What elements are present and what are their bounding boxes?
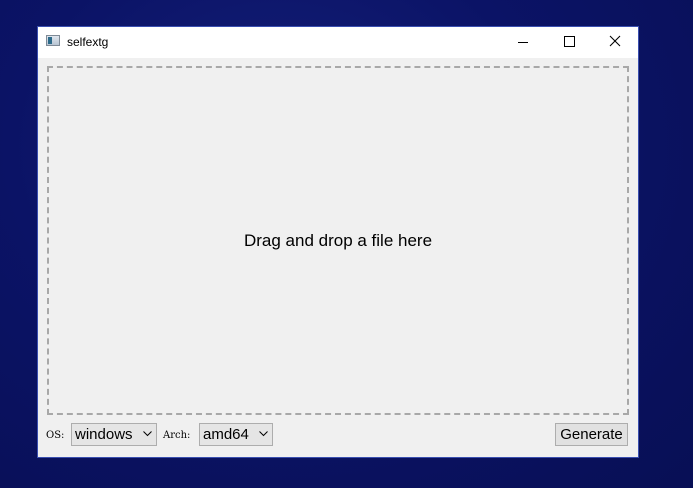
os-select-value: windows [75,426,133,443]
arch-select[interactable]: amd64 [199,423,273,446]
close-icon [609,35,621,47]
app-icon [46,35,60,46]
minimize-icon [518,42,528,43]
maximize-button[interactable] [546,27,592,58]
drop-zone-label: Drag and drop a file here [243,231,433,250]
app-window: selfextg Drag and drop a file here OS: w… [38,27,638,457]
chevron-down-icon [259,431,268,437]
minimize-button[interactable] [500,27,546,58]
maximize-icon [564,36,575,47]
os-select[interactable]: windows [71,423,157,446]
generate-button[interactable]: Generate [555,423,628,446]
chevron-down-icon [143,431,152,437]
close-button[interactable] [592,27,638,58]
os-label: OS: [46,430,65,441]
window-title: selfextg [67,35,109,49]
title-bar[interactable]: selfextg [38,27,638,58]
arch-label: Arch: [163,430,191,441]
arch-select-value: amd64 [203,426,249,443]
